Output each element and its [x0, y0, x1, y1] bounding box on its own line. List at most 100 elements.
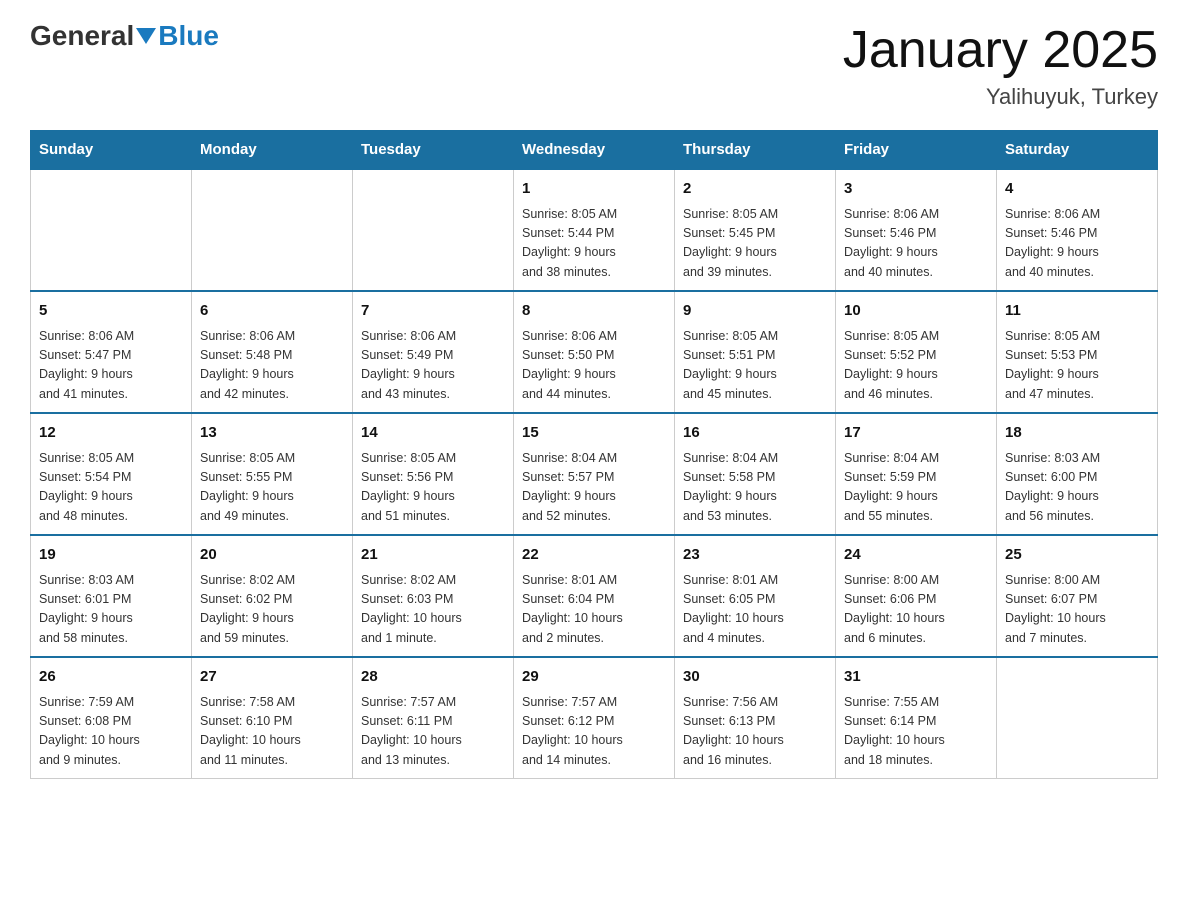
day-info: Sunrise: 8:05 AM Sunset: 5:52 PM Dayligh… [844, 327, 988, 405]
calendar-cell: 2 Sunrise: 8:05 AM Sunset: 5:45 PM Daylig… [675, 169, 836, 291]
day-info: Sunrise: 7:57 AM Sunset: 6:11 PM Dayligh… [361, 693, 505, 771]
day-info: Sunrise: 8:02 AM Sunset: 6:03 PM Dayligh… [361, 571, 505, 649]
weekday-header-row: SundayMondayTuesdayWednesdayThursdayFrid… [31, 131, 1158, 170]
day-number: 19 [39, 544, 183, 567]
day-number: 25 [1005, 544, 1149, 567]
calendar-cell: 27Sunrise: 7:58 AM Sunset: 6:10 PM Dayli… [192, 657, 353, 779]
day-info: Sunrise: 8:01 AM Sunset: 6:04 PM Dayligh… [522, 571, 666, 649]
week-row-2: 5 Sunrise: 8:06 AM Sunset: 5:47 PM Daylig… [31, 291, 1158, 413]
day-info: Sunrise: 8:02 AM Sunset: 6:02 PM Dayligh… [200, 571, 344, 649]
day-number: 4 [1005, 178, 1149, 201]
day-info: Sunrise: 7:55 AM Sunset: 6:14 PM Dayligh… [844, 693, 988, 771]
weekday-header-sunday: Sunday [31, 131, 192, 170]
day-info: Sunrise: 8:05 AM Sunset: 5:55 PM Dayligh… [200, 449, 344, 527]
day-number: 6 [200, 300, 344, 323]
logo-general: General [30, 20, 134, 52]
day-number: 24 [844, 544, 988, 567]
calendar-cell: 24 Sunrise: 8:00 AM Sunset: 6:06 PM Dayli… [836, 535, 997, 657]
day-number: 14 [361, 422, 505, 445]
day-info: Sunrise: 8:03 AM Sunset: 6:00 PM Dayligh… [1005, 449, 1149, 527]
page-header: General Blue January 2025 Yalihuyuk, Tur… [30, 20, 1158, 110]
calendar-title: January 2025 [843, 20, 1158, 80]
calendar-cell: 20 Sunrise: 8:02 AM Sunset: 6:02 PM Dayli… [192, 535, 353, 657]
logo-blue: Blue [158, 20, 219, 52]
calendar-cell: 5 Sunrise: 8:06 AM Sunset: 5:47 PM Daylig… [31, 291, 192, 413]
logo-triangle-icon [136, 28, 156, 44]
day-info: Sunrise: 7:59 AM Sunset: 6:08 PM Dayligh… [39, 693, 183, 771]
day-number: 13 [200, 422, 344, 445]
day-number: 28 [361, 666, 505, 689]
day-info: Sunrise: 8:04 AM Sunset: 5:59 PM Dayligh… [844, 449, 988, 527]
calendar-cell: 19 Sunrise: 8:03 AM Sunset: 6:01 PM Dayli… [31, 535, 192, 657]
calendar-cell: 3 Sunrise: 8:06 AM Sunset: 5:46 PM Daylig… [836, 169, 997, 291]
weekday-header-tuesday: Tuesday [353, 131, 514, 170]
day-number: 1 [522, 178, 666, 201]
day-info: Sunrise: 8:06 AM Sunset: 5:48 PM Dayligh… [200, 327, 344, 405]
title-block: January 2025 Yalihuyuk, Turkey [843, 20, 1158, 110]
day-number: 3 [844, 178, 988, 201]
day-info: Sunrise: 8:01 AM Sunset: 6:05 PM Dayligh… [683, 571, 827, 649]
calendar-cell [997, 657, 1158, 779]
day-number: 8 [522, 300, 666, 323]
day-number: 9 [683, 300, 827, 323]
calendar-cell: 15Sunrise: 8:04 AM Sunset: 5:57 PM Dayli… [514, 413, 675, 535]
day-number: 29 [522, 666, 666, 689]
calendar-cell: 16 Sunrise: 8:04 AM Sunset: 5:58 PM Dayli… [675, 413, 836, 535]
weekday-header-saturday: Saturday [997, 131, 1158, 170]
day-info: Sunrise: 8:06 AM Sunset: 5:50 PM Dayligh… [522, 327, 666, 405]
day-number: 21 [361, 544, 505, 567]
day-info: Sunrise: 8:04 AM Sunset: 5:57 PM Dayligh… [522, 449, 666, 527]
day-number: 22 [522, 544, 666, 567]
day-number: 10 [844, 300, 988, 323]
calendar-cell [192, 169, 353, 291]
day-info: Sunrise: 8:06 AM Sunset: 5:46 PM Dayligh… [1005, 205, 1149, 283]
day-info: Sunrise: 8:04 AM Sunset: 5:58 PM Dayligh… [683, 449, 827, 527]
logo: General Blue [30, 20, 219, 52]
day-number: 5 [39, 300, 183, 323]
day-number: 7 [361, 300, 505, 323]
calendar-cell: 6 Sunrise: 8:06 AM Sunset: 5:48 PM Daylig… [192, 291, 353, 413]
day-number: 2 [683, 178, 827, 201]
calendar-cell: 9Sunrise: 8:05 AM Sunset: 5:51 PM Daylig… [675, 291, 836, 413]
day-info: Sunrise: 8:00 AM Sunset: 6:06 PM Dayligh… [844, 571, 988, 649]
week-row-4: 19 Sunrise: 8:03 AM Sunset: 6:01 PM Dayli… [31, 535, 1158, 657]
day-info: Sunrise: 8:05 AM Sunset: 5:45 PM Dayligh… [683, 205, 827, 283]
day-number: 31 [844, 666, 988, 689]
calendar-cell: 17 Sunrise: 8:04 AM Sunset: 5:59 PM Dayli… [836, 413, 997, 535]
calendar-cell: 25 Sunrise: 8:00 AM Sunset: 6:07 PM Dayli… [997, 535, 1158, 657]
calendar-cell: 13 Sunrise: 8:05 AM Sunset: 5:55 PM Dayli… [192, 413, 353, 535]
day-number: 20 [200, 544, 344, 567]
day-info: Sunrise: 7:57 AM Sunset: 6:12 PM Dayligh… [522, 693, 666, 771]
day-number: 17 [844, 422, 988, 445]
week-row-5: 26Sunrise: 7:59 AM Sunset: 6:08 PM Dayli… [31, 657, 1158, 779]
weekday-header-thursday: Thursday [675, 131, 836, 170]
weekday-header-wednesday: Wednesday [514, 131, 675, 170]
calendar-subtitle: Yalihuyuk, Turkey [843, 84, 1158, 110]
calendar-cell: 22 Sunrise: 8:01 AM Sunset: 6:04 PM Dayli… [514, 535, 675, 657]
day-info: Sunrise: 8:05 AM Sunset: 5:44 PM Dayligh… [522, 205, 666, 283]
calendar-table: SundayMondayTuesdayWednesdayThursdayFrid… [30, 130, 1158, 779]
day-number: 16 [683, 422, 827, 445]
day-info: Sunrise: 7:56 AM Sunset: 6:13 PM Dayligh… [683, 693, 827, 771]
calendar-cell: 8 Sunrise: 8:06 AM Sunset: 5:50 PM Daylig… [514, 291, 675, 413]
calendar-cell: 28 Sunrise: 7:57 AM Sunset: 6:11 PM Dayli… [353, 657, 514, 779]
day-number: 18 [1005, 422, 1149, 445]
day-number: 27 [200, 666, 344, 689]
weekday-header-friday: Friday [836, 131, 997, 170]
day-info: Sunrise: 8:05 AM Sunset: 5:53 PM Dayligh… [1005, 327, 1149, 405]
day-number: 11 [1005, 300, 1149, 323]
day-info: Sunrise: 8:05 AM Sunset: 5:54 PM Dayligh… [39, 449, 183, 527]
day-info: Sunrise: 8:06 AM Sunset: 5:46 PM Dayligh… [844, 205, 988, 283]
calendar-cell: 4 Sunrise: 8:06 AM Sunset: 5:46 PM Daylig… [997, 169, 1158, 291]
day-info: Sunrise: 8:06 AM Sunset: 5:49 PM Dayligh… [361, 327, 505, 405]
week-row-1: 1 Sunrise: 8:05 AM Sunset: 5:44 PM Daylig… [31, 169, 1158, 291]
day-info: Sunrise: 8:06 AM Sunset: 5:47 PM Dayligh… [39, 327, 183, 405]
calendar-cell: 7 Sunrise: 8:06 AM Sunset: 5:49 PM Daylig… [353, 291, 514, 413]
day-info: Sunrise: 8:00 AM Sunset: 6:07 PM Dayligh… [1005, 571, 1149, 649]
weekday-header-monday: Monday [192, 131, 353, 170]
day-info: Sunrise: 8:03 AM Sunset: 6:01 PM Dayligh… [39, 571, 183, 649]
calendar-cell: 1 Sunrise: 8:05 AM Sunset: 5:44 PM Daylig… [514, 169, 675, 291]
calendar-cell [31, 169, 192, 291]
calendar-cell: 14Sunrise: 8:05 AM Sunset: 5:56 PM Dayli… [353, 413, 514, 535]
day-number: 30 [683, 666, 827, 689]
